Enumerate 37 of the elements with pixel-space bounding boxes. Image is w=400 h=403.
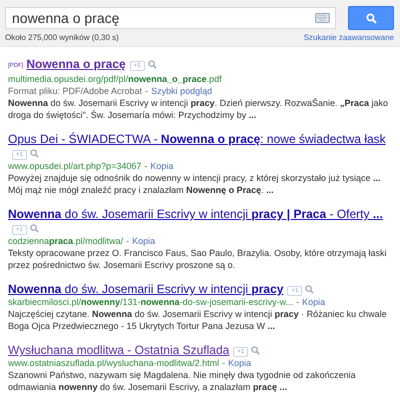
result-title-link[interactable]: Nowenna do św. Josemarii Escrivy w intencji pracy | Praca - Oferty ...	[8, 207, 383, 221]
result-url: multimedia.opusdei.org/pdf/pl/nowenna_o_prace.pdf	[8, 74, 222, 84]
result-url: skarbiecmilosci.pl/nowenny/131-nowenna-do-sw-josemarii-escrivy-w...	[8, 297, 294, 307]
keyboard-icon[interactable]	[315, 13, 330, 23]
quick-view-link[interactable]: Szybki podgląd	[151, 86, 212, 96]
result-snippet: Szanowni Państwo, nazywam się Magdalena. Nie minęły dwa tygodnie od zakończenia odmawiania nowenny do św. Josemarii Escrivy, a znalazłam pracę ...	[8, 369, 357, 393]
search-icon[interactable]	[30, 149, 39, 158]
search-icon	[366, 12, 376, 24]
separator: -	[144, 161, 148, 171]
search-icon[interactable]	[305, 285, 314, 294]
result-snippet: Nowenna do św. Josemarii Escrivy w intencji pracy. Dzień pierwszy. RozwaŜanie. „Praca jako droga do świętości". Św. Josemaría mówi: Przychodzimy by ...	[8, 97, 390, 121]
result-url: codziennapraca.pl/modlitwa/	[8, 236, 124, 246]
result-title-link[interactable]: Nowenna do św. Josemarii Escrivy w intencji pracy	[8, 282, 284, 296]
result-snippet: Powyżej znajduje się odnośnik do nowenny w intencji pracy, z której skorzystało już tysiące ... Mój mąż nie mógł znaleźć pracy i znalazłam Nowennę o Pracę. ...	[8, 172, 382, 196]
search-button[interactable]	[348, 6, 394, 30]
search-icon[interactable]	[148, 60, 157, 69]
cache-link[interactable]: Kopia	[132, 236, 156, 246]
result-snippet: Najczęściej czytane. Nowenna do św. Josemarii Escrivy w intencji pracy · Różaniec ku chwale Boga Ojca Przedwiecznego - 15 Ukrytych Tortur Pana Jezusa W ...	[8, 308, 388, 332]
result-url: www.ostatniaszuflada.pl/wysluchana-modlitwa/2.html	[8, 358, 220, 368]
separator: -	[126, 236, 130, 246]
result-title-link[interactable]: Wysłuchana modlitwa - Ostatnia Szuflada	[8, 343, 230, 357]
file-format: Format pliku: PDF/Adobe Acrobat	[8, 86, 142, 96]
result-title-link[interactable]: Nowenna o pracę	[26, 57, 126, 71]
separator: -	[296, 297, 300, 307]
search-icon[interactable]	[30, 224, 39, 233]
separator: -	[145, 86, 148, 96]
search-field[interactable]: nowenna o pracę	[5, 7, 336, 29]
cache-link[interactable]: Kopia	[150, 161, 174, 171]
search-icon[interactable]	[251, 346, 260, 355]
result-snippet: Teksty opracowane przez O. Francisco Faus, Sao Paulo, Brazylia. Osoby, które otrzymają łaski przez pośrednictwo św. Josemarii Escrivy proszone są o.	[8, 247, 388, 271]
advanced-search-link[interactable]: Szukanie zaawansowane	[304, 33, 394, 42]
result-title-link[interactable]: Opus Dei - ŚWIADECTWA - Nowenna o pracę: nowe świadectwa łask	[8, 132, 386, 146]
separator: -	[222, 358, 226, 368]
result-stats: Około 275,000 wyników (0,30 s)	[5, 33, 119, 42]
result-url: www.opusdei.pl/art.php?p=34067	[8, 161, 142, 171]
cache-link[interactable]: Kopia	[228, 358, 252, 368]
cache-link[interactable]: Kopia	[302, 297, 326, 307]
